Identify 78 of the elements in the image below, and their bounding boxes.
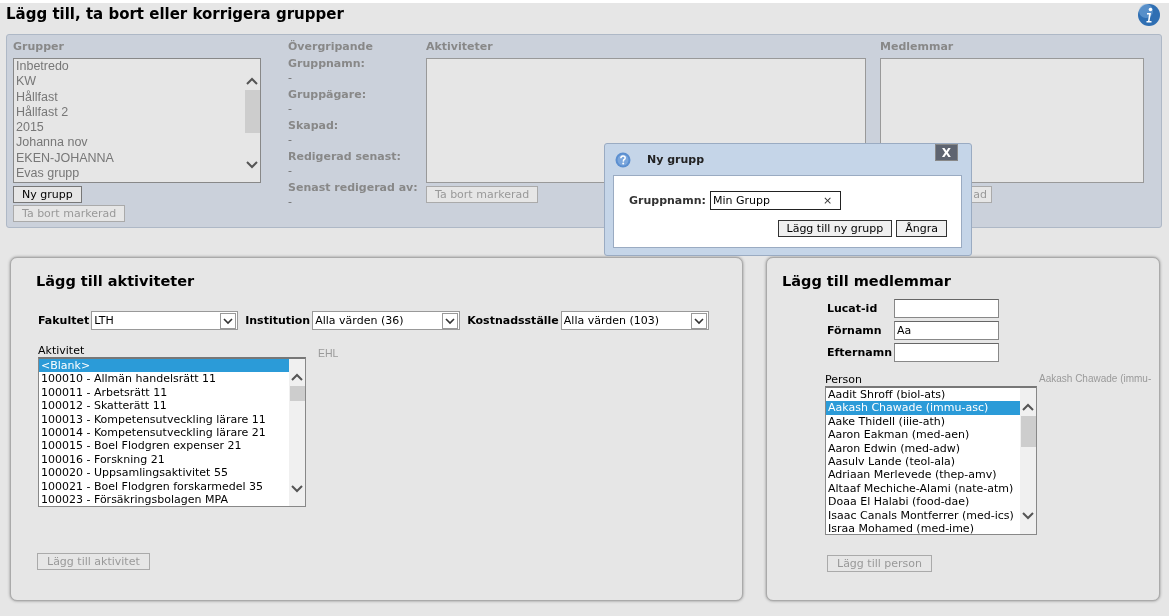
list-item[interactable]: Aake Thidell (iiie-ath) <box>826 414 1020 429</box>
scrollbar[interactable] <box>289 359 305 506</box>
field-label: Gruppnamn: <box>288 57 365 71</box>
list-item[interactable]: 100020 - Uppsamlingsaktivitet 55 <box>39 466 289 480</box>
list-item[interactable]: 100010 - Allmän handelsrätt 11 <box>39 372 289 386</box>
section-heading: Medlemmar <box>880 40 954 54</box>
list-item[interactable]: 100015 - Boel Flodgren expenser 21 <box>39 439 289 453</box>
list-item[interactable]: Isaac Canals Montferrer (med-ics) <box>826 508 1020 523</box>
input-field[interactable]: Min Grupp × <box>710 191 841 210</box>
field-label: Redigerad senast: <box>288 150 401 164</box>
field-value: - <box>288 133 292 146</box>
card-heading: Lägg till medlemmar <box>782 272 952 290</box>
filter-label: Institution <box>245 314 311 327</box>
list-item[interactable]: Aasulv Lande (teol-ala) <box>826 455 1020 469</box>
dialog-title: Ny grupp <box>647 153 705 166</box>
field-label: Senast redigerad av: <box>288 181 418 195</box>
scroll-up-icon <box>246 77 258 85</box>
scroll-up-icon <box>1022 403 1034 411</box>
scroll-down-icon <box>291 485 303 493</box>
list-item[interactable]: Aadit Shroff (biol-ats) <box>826 388 1020 402</box>
info-icon <box>1137 3 1161 27</box>
dropdown[interactable]: LTH <box>91 311 239 330</box>
button[interactable]: Lägg till ny grupp <box>777 220 893 237</box>
list-item[interactable]: Aaron Edwin (med-adw) <box>826 441 1020 456</box>
list-item[interactable]: Israa Mohamed (med-ime) <box>826 522 1020 534</box>
close-button[interactable]: X <box>935 144 958 161</box>
list-item[interactable]: 100014 - Kompetensutveckling lärare 21 <box>39 426 289 440</box>
input-field[interactable]: Aa <box>894 321 999 340</box>
scrollbar-thumb[interactable] <box>289 386 305 401</box>
field-label: Gruppägare: <box>288 88 367 102</box>
caret-icon <box>442 312 459 329</box>
scrollbar[interactable] <box>1020 388 1036 534</box>
caret-icon <box>220 312 237 329</box>
tooltip-text: EHL <box>318 347 339 359</box>
list-label: Person <box>825 373 862 386</box>
list-item[interactable]: 100012 - Skatterätt 11 <box>39 399 289 413</box>
button[interactable]: Ny grupp <box>13 186 82 203</box>
section-heading: Aktiviteter <box>426 40 493 54</box>
section-heading: Övergripande <box>288 40 373 54</box>
list-item[interactable]: Altaaf Mechiche-Alami (nate-atm) <box>826 481 1020 496</box>
list-item[interactable]: Aaron Eakman (med-aen) <box>826 428 1020 442</box>
input-field[interactable] <box>894 299 999 318</box>
scroll-up-icon <box>291 373 303 381</box>
list-item[interactable]: 100011 - Arbetsrätt 11 <box>39 385 289 400</box>
scrollbar-thumb[interactable] <box>1020 416 1036 447</box>
section-heading: Grupper <box>13 40 64 54</box>
help-icon <box>615 151 631 168</box>
scroll-down-icon <box>246 161 258 169</box>
field-label: Gruppnamn: <box>629 194 706 207</box>
field-value: - <box>288 71 292 84</box>
dropdown[interactable]: Alla värden (103) <box>560 311 709 330</box>
field-label: Förnamn <box>827 324 883 337</box>
button[interactable]: Ångra <box>896 220 947 237</box>
list-label: Aktivitet <box>38 344 85 357</box>
list-item[interactable]: Adriaan Merlevede (thep-amv) <box>826 468 1020 482</box>
tooltip-text: Aakash Chawade (immu- <box>1039 373 1152 384</box>
list-box[interactable] <box>825 386 1037 535</box>
list-item[interactable]: 100013 - Kompetensutveckling lärare 11 <box>39 412 289 427</box>
list-item[interactable]: 100016 - Forskning 21 <box>39 452 289 467</box>
field-value: - <box>288 195 292 208</box>
page-title: Lägg till, ta bort eller korrigera grupper <box>6 5 344 23</box>
dropdown[interactable]: Alla värden (36) <box>312 311 461 330</box>
filter-label: Fakultet <box>38 314 90 327</box>
clear-button[interactable]: × <box>823 194 833 207</box>
list-item[interactable]: 100021 - Boel Flodgren forskarmedel 35 <box>39 479 289 494</box>
input-field[interactable] <box>894 343 999 362</box>
caret-icon <box>690 312 707 329</box>
field-label: Efternamn <box>827 346 893 359</box>
field-value: - <box>288 164 292 177</box>
field-label: Skapad: <box>288 119 339 133</box>
list-box[interactable] <box>38 357 306 507</box>
field-label: Lucat-id <box>827 302 879 315</box>
field-value: - <box>288 102 292 115</box>
scroll-down-icon <box>1022 512 1034 520</box>
card-heading: Lägg till aktiviteter <box>36 272 196 290</box>
list-item[interactable]: 100023 - Försäkringsbolagen MPA <box>39 493 289 506</box>
list-item[interactable]: Doaa El Halabi (food-dae) <box>826 495 1020 509</box>
filter-label: Kostnadsställe <box>467 314 559 327</box>
